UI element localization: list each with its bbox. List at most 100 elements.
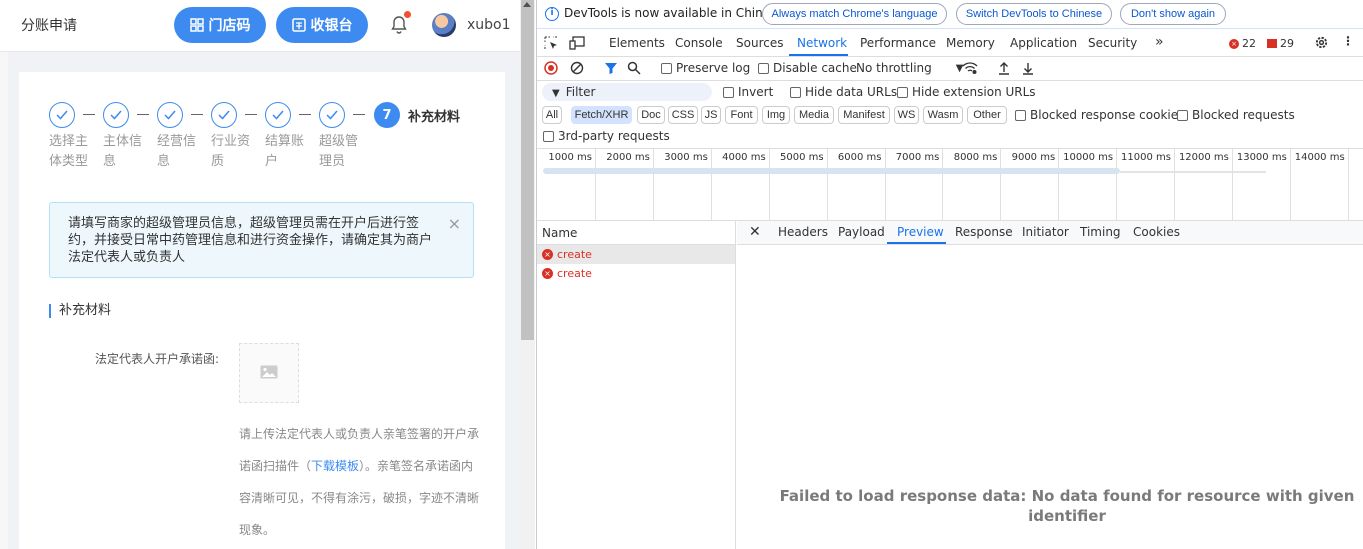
checkbox[interactable] (790, 86, 801, 98)
request-row[interactable]: × create (537, 264, 735, 283)
more-tabs-icon[interactable]: » (1155, 34, 1164, 50)
step-3[interactable] (157, 102, 183, 128)
request-row[interactable]: × create (537, 245, 735, 264)
tab-performance[interactable]: Performance (860, 36, 936, 50)
warning-count: 29 (1280, 37, 1294, 50)
type-filter-doc[interactable]: Doc (637, 106, 665, 124)
checkbox[interactable] (661, 62, 672, 74)
blocked-cookies-checkbox[interactable]: Blocked response cookies (1015, 108, 1184, 122)
filter-icon[interactable] (604, 61, 618, 75)
network-timeline[interactable]: 1000 ms 2000 ms 3000 ms 4000 ms 5000 ms 6000 … (537, 149, 1363, 221)
throttling-select[interactable]: No throttling ▼ (856, 61, 963, 75)
step-1[interactable] (49, 102, 75, 128)
third-party-checkbox[interactable]: 3rd-party requests (543, 129, 670, 143)
network-conditions-icon[interactable] (962, 61, 978, 75)
type-filter-css[interactable]: CSS (668, 106, 698, 124)
close-icon[interactable]: ✕ (749, 224, 761, 240)
tab-initiator[interactable]: Initiator (1022, 225, 1069, 239)
search-icon[interactable] (627, 61, 641, 75)
bell-icon[interactable] (390, 15, 408, 35)
step-4[interactable] (211, 102, 237, 128)
checkbox[interactable] (897, 86, 908, 98)
disable-cache-checkbox[interactable]: Disable cache (758, 61, 857, 75)
step-connector (83, 114, 95, 115)
cashier-label: 收银台 (310, 17, 353, 33)
preserve-log-checkbox[interactable]: Preserve log (661, 61, 750, 75)
invert-checkbox[interactable]: Invert (723, 85, 773, 99)
record-stop-icon[interactable] (544, 61, 558, 75)
scrollbar[interactable] (520, 0, 535, 549)
blocked-requests-checkbox[interactable]: Blocked requests (1177, 108, 1295, 122)
warning-counter[interactable]: 29 (1267, 37, 1294, 50)
checkbox[interactable] (1177, 109, 1188, 121)
tab-headers[interactable]: Headers (778, 225, 828, 239)
type-filter-wasm[interactable]: Wasm (923, 106, 963, 124)
type-filter-manifest[interactable]: Manifest (838, 106, 890, 124)
notice-text: 请填写商家的超级管理员信息，超级管理员需在开户后进行签约，并接受日常中药管理信息… (68, 216, 433, 265)
devtools-panel: i DevTools is now available in Chinese! … (536, 0, 1363, 549)
tab-response[interactable]: Response (955, 225, 1013, 239)
type-filter-media[interactable]: Media (794, 106, 834, 124)
type-filter-other[interactable]: Other (967, 106, 1007, 124)
tab-sources[interactable]: Sources (736, 36, 783, 50)
grid-icon (189, 18, 204, 32)
scroll-up-arrow-icon[interactable] (523, 2, 531, 7)
timeline-tick-label: 3000 ms (664, 152, 708, 163)
cashier-button[interactable]: 收银台 (276, 7, 368, 43)
upload-hint: 请上传法定代表人或负责人亲笔签署的开户承诺函扫描件（下载模板）。亲笔签名承诺函内… (239, 418, 479, 546)
clear-icon[interactable] (570, 61, 584, 75)
close-icon[interactable]: × (448, 215, 461, 232)
name-column-header[interactable]: Name (537, 221, 735, 245)
kebab-menu-icon[interactable]: ⋮ (1342, 34, 1354, 48)
tab-memory[interactable]: Memory (946, 36, 995, 50)
image-upload[interactable] (239, 343, 299, 403)
username[interactable]: xubo1 (467, 17, 511, 33)
tab-elements[interactable]: Elements (609, 36, 665, 50)
step-label: 经营信息 (157, 134, 197, 169)
type-filter-font[interactable]: Font (725, 106, 758, 124)
avatar[interactable] (432, 13, 456, 37)
type-filter-js[interactable]: JS (701, 106, 721, 124)
store-code-button[interactable]: 门店码 (174, 7, 266, 43)
upload-har-icon[interactable] (998, 61, 1010, 75)
checkbox[interactable] (543, 130, 554, 142)
gear-icon[interactable] (1314, 35, 1329, 53)
match-language-button[interactable]: Always match Chrome's language (762, 3, 947, 25)
filter-input[interactable]: ▼ Filter (542, 83, 712, 101)
tab-network[interactable]: Network (797, 36, 847, 50)
step-6[interactable] (319, 102, 345, 128)
checkbox[interactable] (758, 62, 769, 74)
tab-application[interactable]: Application (1010, 36, 1077, 50)
check-icon (157, 102, 183, 128)
tab-console[interactable]: Console (675, 36, 723, 50)
error-counter[interactable]: × 22 (1229, 37, 1256, 50)
download-har-icon[interactable] (1022, 61, 1034, 75)
step-connector (353, 114, 365, 115)
tab-cookies[interactable]: Cookies (1133, 225, 1180, 239)
type-filter-all[interactable]: All (542, 106, 562, 124)
step-7-active[interactable]: 7 (374, 102, 400, 128)
app-header: 分账申请 门店码 收银台 xubo1 (0, 0, 520, 52)
step-5[interactable] (265, 102, 291, 128)
dont-show-again-button[interactable]: Don't show again (1120, 3, 1226, 25)
scrollbar-thumb[interactable] (521, 0, 534, 340)
check-icon (211, 102, 237, 128)
download-template-link[interactable]: 下载模板 (311, 459, 359, 473)
type-filter-fetch-xhr[interactable]: Fetch/XHR (571, 106, 632, 124)
checkbox[interactable] (1015, 109, 1026, 121)
hide-extension-urls-checkbox[interactable]: Hide extension URLs (897, 85, 1036, 99)
inspect-icon[interactable] (544, 36, 558, 53)
step-2[interactable] (103, 102, 129, 128)
tab-payload[interactable]: Payload (838, 225, 885, 239)
type-filter-img[interactable]: Img (762, 106, 790, 124)
hide-data-urls-checkbox[interactable]: Hide data URLs (790, 85, 897, 99)
timeline-tick-label: 8000 ms (953, 152, 998, 163)
checkbox[interactable] (723, 86, 734, 98)
device-toggle-icon[interactable] (569, 36, 585, 53)
tab-timing[interactable]: Timing (1080, 225, 1121, 239)
disable-cache-label: Disable cache (773, 61, 857, 75)
tab-security[interactable]: Security (1088, 36, 1137, 50)
tab-preview[interactable]: Preview (897, 225, 944, 239)
switch-chinese-button[interactable]: Switch DevTools to Chinese (956, 3, 1112, 25)
type-filter-ws[interactable]: WS (894, 106, 919, 124)
